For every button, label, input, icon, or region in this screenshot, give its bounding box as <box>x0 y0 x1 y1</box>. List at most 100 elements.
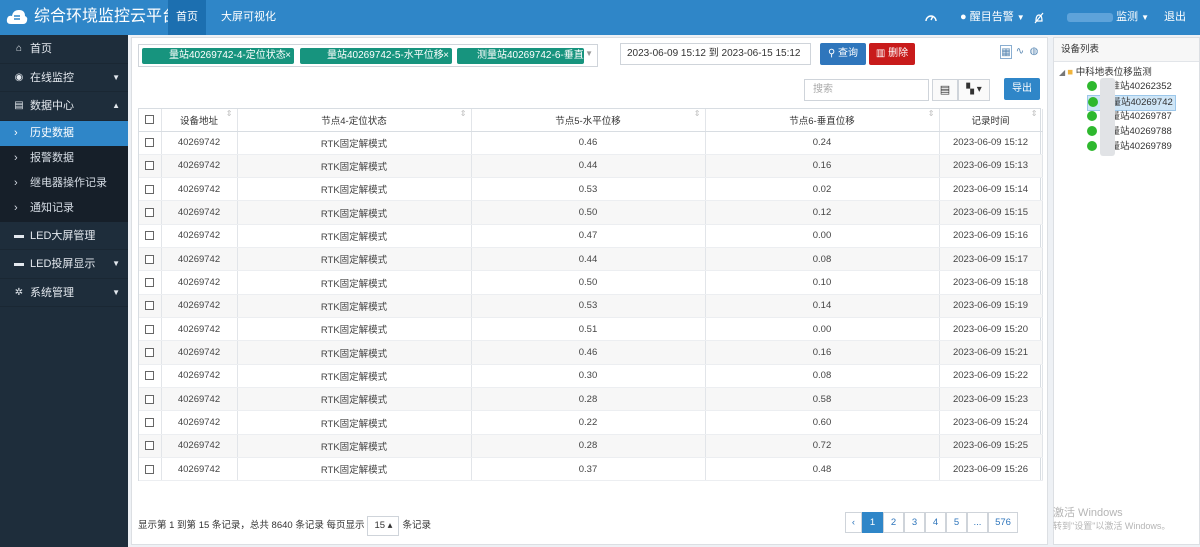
sidebar-subitem-label: 通知记录 <box>30 202 74 215</box>
table-row[interactable]: 40269742 RTK固定解模式 0.50 0.12 2023-06-09 15:15 <box>139 200 1043 225</box>
sidebar-item-data-center[interactable]: ▤ 数据中心 ▲ <box>0 92 128 121</box>
sidebar-item-label: 首页 <box>30 43 52 55</box>
table-row[interactable]: 40269742 RTK固定解模式 0.47 0.00 2023-06-09 15:16 <box>139 224 1043 249</box>
row-checkbox[interactable] <box>139 387 162 412</box>
chevron-down-icon[interactable]: ▼ <box>585 49 593 58</box>
table-cell: 0.46 <box>471 340 706 365</box>
header-label: 记录时间 <box>971 115 1010 127</box>
header-label: 设备地址 <box>179 115 218 127</box>
mute-icon[interactable] <box>1034 0 1044 35</box>
sidebar-subitem-alarm-data[interactable]: › 报警数据 <box>0 145 128 172</box>
table-row[interactable]: 40269742 RTK固定解模式 0.46 0.24 2023-06-09 15:12 <box>139 131 1043 155</box>
data-table: 设备地址 ⇕ 节点4-定位状态 ⇕ 节点5-水平位移 ⇕ 节点6-垂直位移 ⇕ 记录时间… <box>138 108 1043 482</box>
table-row[interactable]: 40269742 RTK固定解模式 0.22 0.60 2023-06-09 15:24 <box>139 410 1043 435</box>
toggle-view-button[interactable]: ▤ <box>932 79 958 101</box>
date-range-input[interactable]: 2023-06-09 15:12 到 2023-06-15 15:12 <box>620 43 811 65</box>
table-row[interactable]: 40269742 RTK固定解模式 0.44 0.08 2023-06-09 15:17 <box>139 247 1043 272</box>
page-button[interactable]: 3 <box>904 512 925 533</box>
table-row[interactable]: 40269742 RTK固定解模式 0.28 0.58 2023-06-09 15:23 <box>139 387 1043 412</box>
table-cell: 2023-06-09 15:24 <box>939 410 1043 435</box>
redacted-overlay <box>1100 78 1115 156</box>
nav-bigscreen[interactable]: 大屏可视化 <box>221 0 276 35</box>
column-header[interactable]: 设备地址 ⇕ <box>161 109 238 132</box>
table-row[interactable]: 40269742 RTK固定解模式 0.44 0.16 2023-06-09 15:13 <box>139 154 1043 179</box>
column-header[interactable]: 记录时间 ⇕ <box>939 109 1043 132</box>
row-checkbox[interactable] <box>139 364 162 389</box>
columns-button[interactable]: ▚ ▾ <box>958 79 990 101</box>
sort-icon: ⇕ <box>459 109 467 118</box>
sidebar-item-online-monitor[interactable]: ◉ 在线监控 ▼ <box>0 64 128 92</box>
table-cell: RTK固定解模式 <box>237 457 472 482</box>
row-checkbox[interactable] <box>139 410 162 435</box>
dashboard-icon[interactable] <box>925 0 937 35</box>
sidebar-item-led-manage[interactable]: ▬ LED大屏管理 <box>0 222 128 251</box>
tree-root-label: 中科地表位移监测 <box>1075 67 1152 78</box>
row-checkbox[interactable] <box>139 340 162 365</box>
row-checkbox[interactable] <box>139 270 162 295</box>
sidebar: ⌂ 首页 ◉ 在线监控 ▼ ▤ 数据中心 ▲ › 历史数据 › 报警数据 › 继电器操作记录 ›… <box>0 35 128 547</box>
sidebar-item-home[interactable]: ⌂ 首页 <box>0 35 128 64</box>
sidebar-subitem-relay-log[interactable]: › 继电器操作记录 <box>0 171 128 197</box>
page-button[interactable]: 4 <box>925 512 946 533</box>
logout-button[interactable]: 退出 <box>1164 0 1186 35</box>
table-cell: 2023-06-09 15:20 <box>939 317 1043 342</box>
main-panel: 量站40269742-4-定位状态 × 量站40269742-5-水平位移 × 测量… <box>131 37 1048 545</box>
table-row[interactable]: 40269742 RTK固定解模式 0.28 0.72 2023-06-09 15:25 <box>139 434 1043 459</box>
table-view-icon[interactable]: ▦ <box>1000 45 1012 59</box>
page-button[interactable]: 5 <box>946 512 967 533</box>
row-checkbox[interactable] <box>139 200 162 225</box>
column-header[interactable]: 节点5-水平位移 ⇕ <box>471 109 706 132</box>
row-checkbox[interactable] <box>139 247 162 272</box>
row-checkbox[interactable] <box>139 317 162 342</box>
table-cell: 2023-06-09 15:17 <box>939 247 1043 272</box>
row-checkbox[interactable] <box>139 434 162 459</box>
close-icon[interactable]: × <box>443 48 449 64</box>
table-row[interactable]: 40269742 RTK固定解模式 0.51 0.00 2023-06-09 15:20 <box>139 317 1043 342</box>
table-row[interactable]: 40269742 RTK固定解模式 0.53 0.02 2023-06-09 15:14 <box>139 177 1043 202</box>
page-button[interactable]: 2 <box>883 512 904 533</box>
table-row[interactable]: 40269742 RTK固定解模式 0.37 0.48 2023-06-09 15:26 <box>139 457 1043 482</box>
windows-watermark-sub: 转到"设置"以激活 Windows。 <box>1053 521 1171 531</box>
table-row[interactable]: 40269742 RTK固定解模式 0.30 0.08 2023-06-09 15:22 <box>139 364 1043 389</box>
table-row[interactable]: 40269742 RTK固定解模式 0.50 0.10 2023-06-09 15:18 <box>139 270 1043 295</box>
columns-icon: ▚ ▾ <box>966 84 982 95</box>
nav-home[interactable]: 首页 <box>168 0 206 35</box>
sidebar-subitem-history[interactable]: › 历史数据 <box>0 120 128 146</box>
row-checkbox[interactable] <box>139 177 162 202</box>
export-button[interactable]: 导出 <box>1004 78 1040 100</box>
table-cell: 2023-06-09 15:12 <box>939 131 1043 155</box>
table-cell: 2023-06-09 15:26 <box>939 457 1043 482</box>
sidebar-item-led-cast[interactable]: ▬ LED投屏显示 ▼ <box>0 250 128 279</box>
windows-watermark: 激活 Windows <box>1053 507 1123 519</box>
page-prev-button[interactable]: ‹ <box>845 512 862 533</box>
status-online-icon <box>1087 126 1097 137</box>
row-checkbox[interactable] <box>139 154 162 179</box>
column-header[interactable]: 节点4-定位状态 ⇕ <box>237 109 472 132</box>
table-row[interactable]: 40269742 RTK固定解模式 0.46 0.16 2023-06-09 15:21 <box>139 340 1043 365</box>
location-icon[interactable]: ◍ <box>1028 45 1040 59</box>
table-cell: 0.58 <box>705 387 940 412</box>
search-input[interactable]: 搜索 <box>804 79 929 101</box>
sensor-select[interactable]: 量站40269742-4-定位状态 × 量站40269742-5-水平位移 × 测量… <box>138 44 598 67</box>
row-checkbox[interactable] <box>139 131 162 155</box>
query-button[interactable]: ⚲ 查询 <box>820 43 866 65</box>
delete-button[interactable]: ▥ 删除 <box>869 43 915 65</box>
row-checkbox[interactable] <box>139 294 162 319</box>
chart-view-icon[interactable]: ∿ <box>1014 45 1026 59</box>
page-button[interactable]: 576 <box>988 512 1018 533</box>
column-header[interactable]: 节点6-垂直位移 ⇕ <box>705 109 940 132</box>
user-menu[interactable]: 监测 ▼ <box>1067 0 1149 35</box>
table-row[interactable]: 40269742 RTK固定解模式 0.53 0.14 2023-06-09 15:19 <box>139 294 1043 319</box>
alarm-menu[interactable]: ● 醒目告警 ▼ <box>960 0 1025 35</box>
sidebar-item-system[interactable]: ✲ 系统管理 ▼ <box>0 279 128 308</box>
row-checkbox[interactable] <box>139 457 162 482</box>
close-icon[interactable]: × <box>285 48 291 64</box>
sidebar-subitem-notifications[interactable]: › 通知记录 <box>0 196 128 222</box>
data-icon: ▤ <box>14 100 24 111</box>
row-checkbox[interactable] <box>139 224 162 249</box>
page-button[interactable]: 1 <box>862 512 883 533</box>
tag-label: 测量站40269742-6-垂直位 <box>477 50 584 61</box>
select-all-checkbox[interactable] <box>139 109 162 132</box>
page-size-select[interactable]: 15 ▴ <box>367 516 400 536</box>
sort-icon: ⇕ <box>927 109 935 118</box>
